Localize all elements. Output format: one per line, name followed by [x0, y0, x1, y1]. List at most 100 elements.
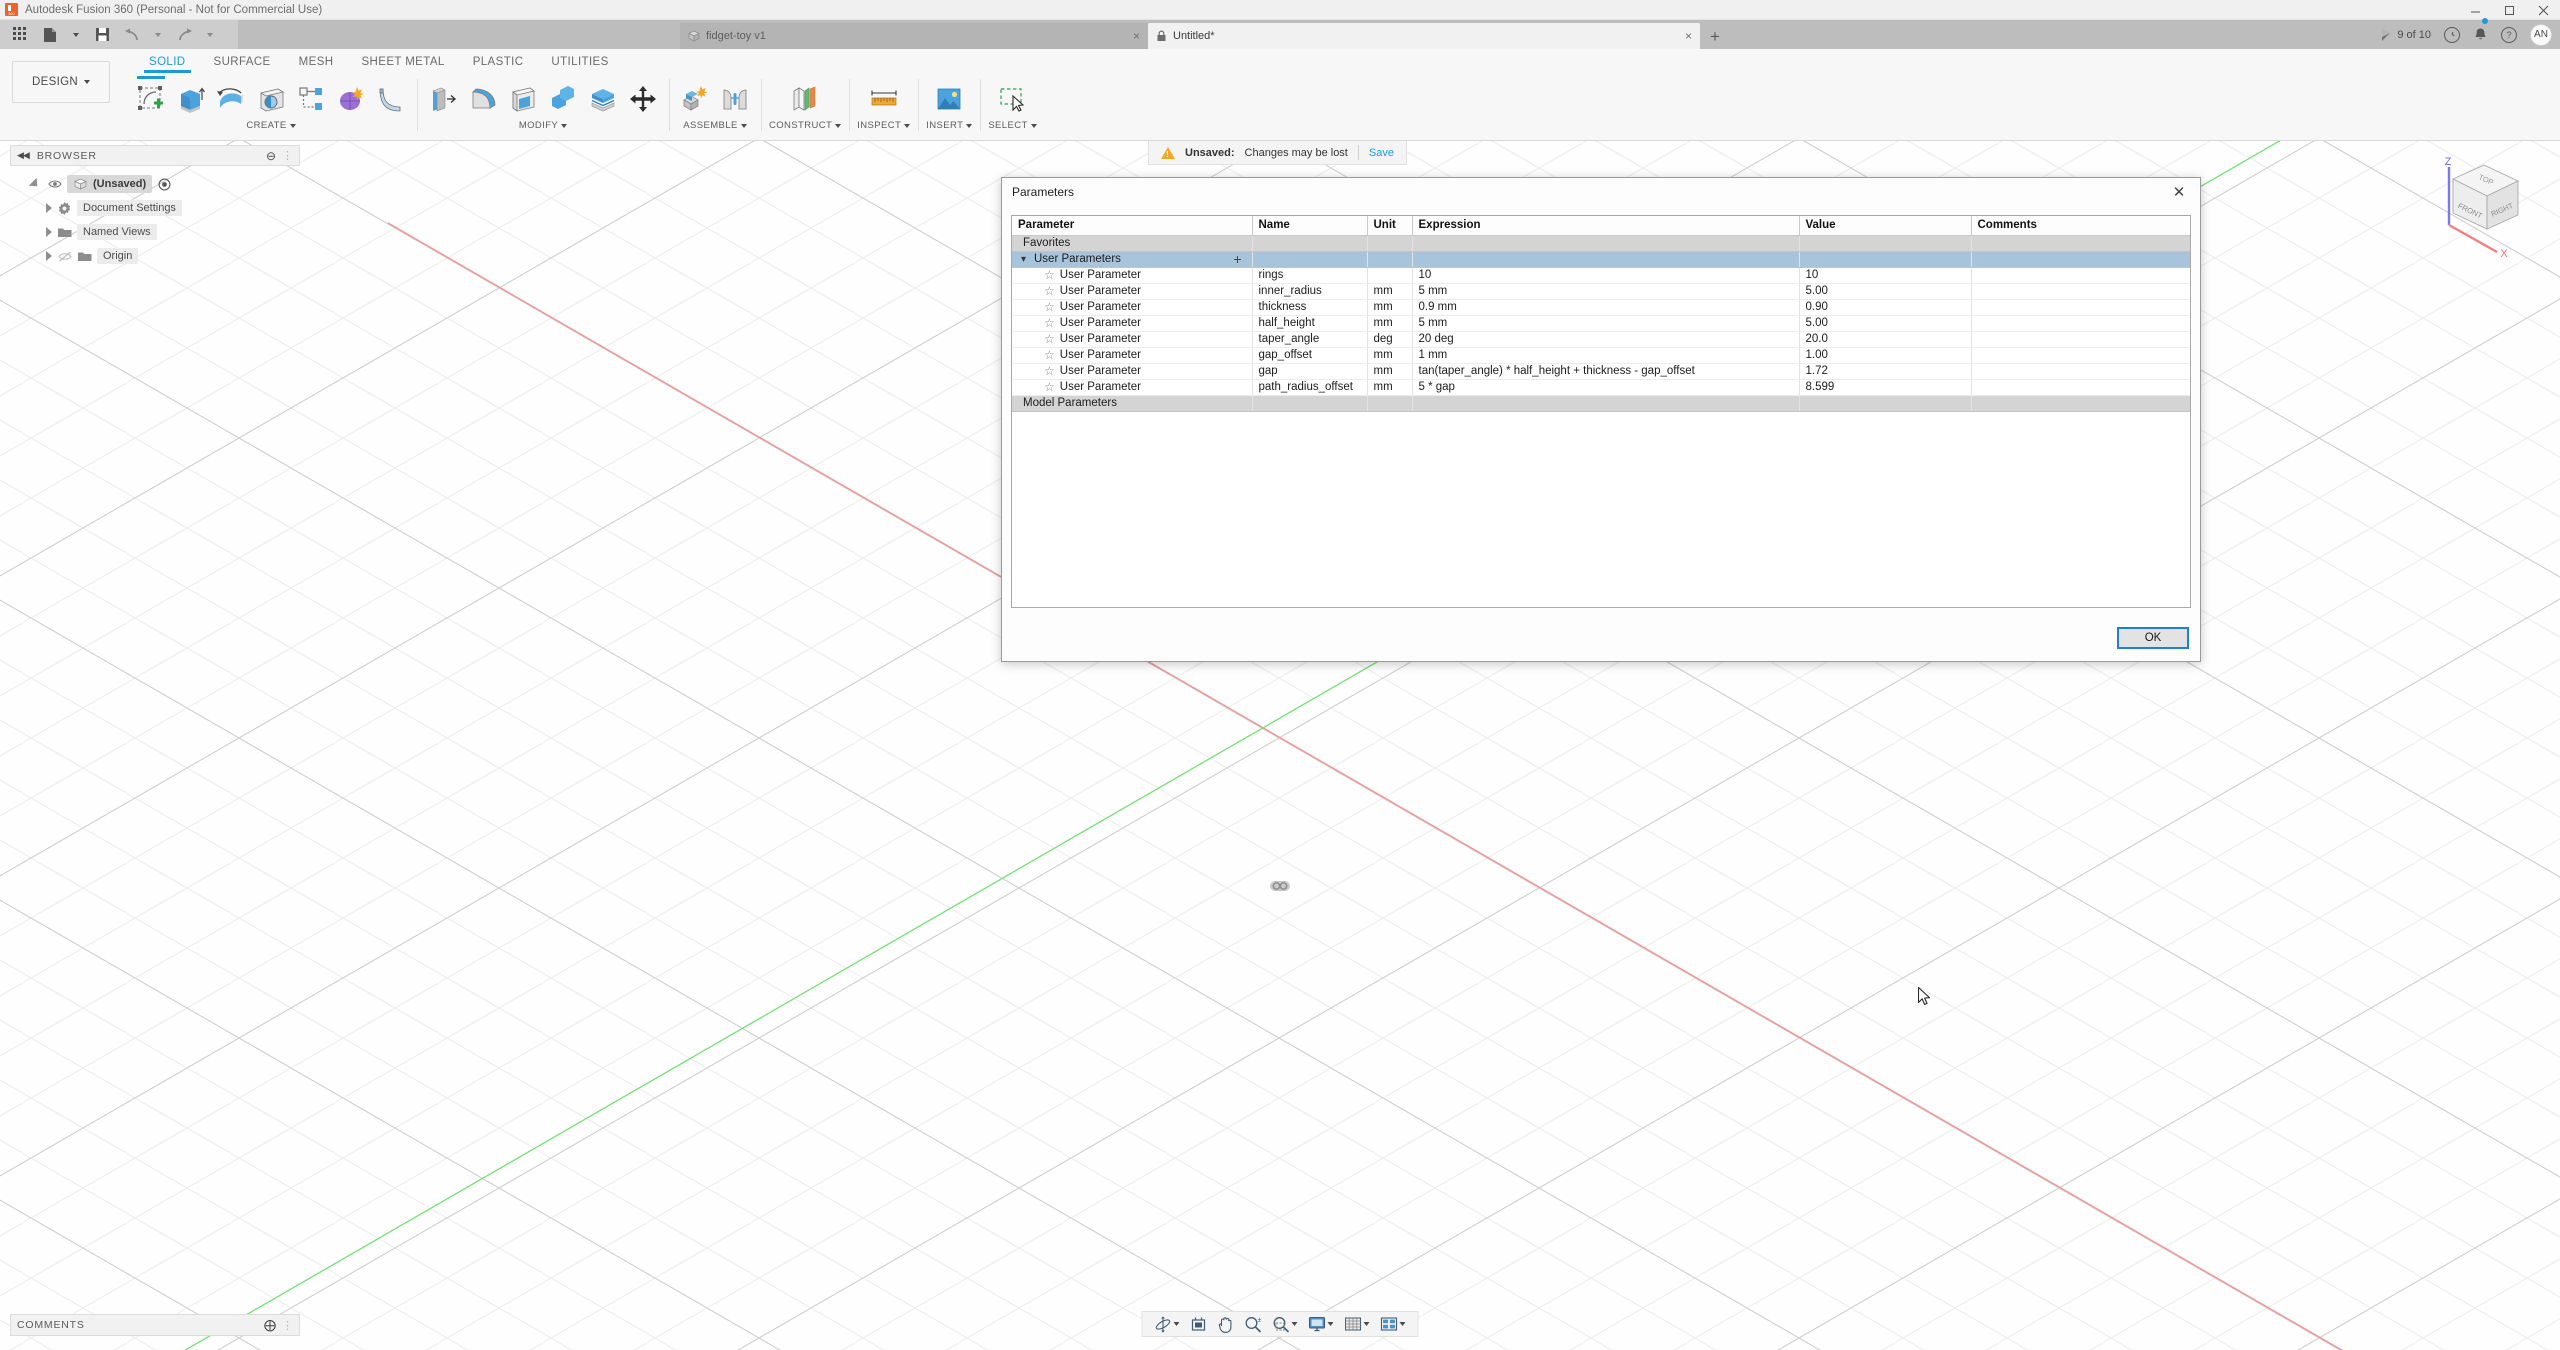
orbit-icon[interactable] [1151, 1312, 1184, 1336]
press-pull-icon[interactable] [425, 80, 461, 118]
display-settings-icon[interactable] [1305, 1312, 1338, 1336]
undo-dropdown-icon[interactable] [148, 22, 168, 48]
new-document-icon[interactable] [36, 22, 64, 48]
group-row-model-parameters[interactable]: Model Parameters [1012, 395, 2190, 411]
cell-unit[interactable]: mm [1367, 363, 1412, 379]
cell-unit[interactable]: mm [1367, 347, 1412, 363]
fillet-icon[interactable] [465, 80, 501, 118]
cell-name[interactable]: gap_offset [1252, 347, 1367, 363]
shell-icon[interactable] [505, 80, 541, 118]
cell-expression[interactable]: 1 mm [1412, 347, 1799, 363]
group-row-user-parameters[interactable]: ▾ User Parameters + [1012, 251, 2190, 267]
browser-item-origin[interactable]: Origin [10, 244, 300, 268]
chevron-down-icon[interactable] [1174, 1322, 1180, 1326]
column-header-expression[interactable]: Expression [1412, 216, 1799, 235]
minimize-button[interactable] [2458, 0, 2492, 20]
add-comment-icon[interactable]: ⨁ [264, 1318, 276, 1332]
table-row[interactable]: ☆User Parameter rings 10 10 [1012, 267, 2190, 283]
avatar[interactable]: AN [2530, 24, 2552, 46]
browser-resize-handle[interactable]: ⋮ [282, 149, 293, 162]
browser-collapse-icon[interactable]: ⊖ [266, 149, 276, 163]
document-tab-close-icon[interactable]: × [1107, 29, 1140, 43]
favorite-star-icon[interactable]: ☆ [1044, 317, 1055, 329]
cell-comments[interactable] [1971, 379, 2190, 395]
measure-icon[interactable] [866, 80, 902, 118]
chevron-down-icon[interactable] [1328, 1322, 1334, 1326]
tab-plastic[interactable]: PLASTIC [459, 53, 538, 73]
cell-expression[interactable]: 5 * gap [1412, 379, 1799, 395]
cell-name[interactable]: rings [1252, 267, 1367, 283]
expand-arrow-icon[interactable] [46, 251, 52, 261]
select-window-icon[interactable] [994, 80, 1030, 118]
document-tab-untitled[interactable]: Untitled* × [1148, 23, 1700, 49]
cell-expression[interactable]: tan(taper_angle) * half_height + thickne… [1412, 363, 1799, 379]
comments-panel-header[interactable]: COMMENTS ⨁ ⋮ [10, 1314, 300, 1336]
app-grid-icon[interactable] [6, 22, 34, 48]
offset-plane-icon[interactable] [787, 80, 823, 118]
help-icon[interactable]: ? [2501, 27, 2517, 43]
revolve-icon[interactable] [213, 80, 249, 118]
cell-expression[interactable]: 10 [1412, 267, 1799, 283]
tab-surface[interactable]: SURFACE [200, 53, 285, 73]
table-row[interactable]: ☆User Parameter thickness mm 0.9 mm 0.90 [1012, 299, 2190, 315]
group-label-modify[interactable]: MODIFY [519, 120, 567, 131]
comments-resize-handle[interactable]: ⋮ [282, 1319, 293, 1332]
browser-item-document-settings[interactable]: Document Settings [10, 196, 300, 220]
column-header-name[interactable]: Name [1252, 216, 1367, 235]
table-row[interactable]: ☆User Parameter inner_radius mm 5 mm 5.0… [1012, 283, 2190, 299]
chevron-down-icon[interactable] [1364, 1322, 1370, 1326]
close-icon[interactable]: ✕ [2168, 181, 2190, 203]
cell-name[interactable]: taper_angle [1252, 331, 1367, 347]
cell-expression[interactable]: 5 mm [1412, 283, 1799, 299]
new-tab-button[interactable]: + [1702, 25, 1728, 49]
cell-name[interactable]: inner_radius [1252, 283, 1367, 299]
tab-utilities[interactable]: UTILITIES [537, 53, 622, 73]
zoom-icon[interactable]: ± [1241, 1312, 1266, 1336]
group-label-assemble[interactable]: ASSEMBLE [683, 120, 746, 131]
cell-name[interactable]: path_radius_offset [1252, 379, 1367, 395]
group-row-favorites[interactable]: Favorites [1012, 235, 2190, 251]
new-document-dropdown-icon[interactable] [66, 22, 86, 48]
favorite-star-icon[interactable]: ☆ [1044, 301, 1055, 313]
tab-mesh[interactable]: MESH [285, 53, 348, 73]
view-cube[interactable]: Z X TOP FRONT RIGHT [2422, 153, 2542, 268]
table-row[interactable]: ☆User Parameter path_radius_offset mm 5 … [1012, 379, 2190, 395]
cell-expression[interactable]: 0.9 mm [1412, 299, 1799, 315]
favorite-star-icon[interactable]: ☆ [1044, 349, 1055, 361]
browser-item-unsaved[interactable]: (Unsaved) [10, 172, 300, 196]
cell-name[interactable]: thickness [1252, 299, 1367, 315]
table-row[interactable]: ☆User Parameter half_height mm 5 mm 5.00 [1012, 315, 2190, 331]
undo-icon[interactable] [118, 22, 146, 48]
cell-comments[interactable] [1971, 283, 2190, 299]
cell-comments[interactable] [1971, 299, 2190, 315]
grid-snap-icon[interactable] [1341, 1312, 1374, 1336]
save-link[interactable]: Save [1369, 147, 1394, 159]
offset-face-icon[interactable] [585, 80, 621, 118]
cell-comments[interactable] [1971, 363, 2190, 379]
workspace-switcher-design[interactable]: DESIGN [12, 61, 110, 103]
tab-sheet-metal[interactable]: SHEET METAL [347, 53, 458, 73]
cell-unit[interactable] [1367, 267, 1412, 283]
maximize-button[interactable] [2492, 0, 2526, 20]
eye-off-icon[interactable] [57, 249, 72, 263]
group-label-construct[interactable]: CONSTRUCT [769, 120, 841, 131]
cell-name[interactable]: half_height [1252, 315, 1367, 331]
document-tab-fidget-toy[interactable]: fidget-toy v1 × [680, 23, 1148, 49]
expand-arrow-icon[interactable] [29, 178, 41, 190]
hole-icon[interactable] [253, 80, 289, 118]
cell-expression[interactable]: 20 deg [1412, 331, 1799, 347]
collapse-panel-icon[interactable]: ◀◀ [17, 150, 29, 161]
new-component-icon[interactable] [677, 80, 713, 118]
cell-comments[interactable] [1971, 331, 2190, 347]
zoom-window-icon[interactable] [1269, 1312, 1302, 1336]
favorite-star-icon[interactable]: ☆ [1044, 269, 1055, 281]
cell-unit[interactable]: deg [1367, 331, 1412, 347]
form-icon[interactable] [333, 80, 369, 118]
tab-solid[interactable]: SOLID [135, 53, 200, 73]
table-row[interactable]: ☆User Parameter gap mm tan(taper_angle) … [1012, 363, 2190, 379]
save-icon[interactable] [88, 22, 116, 48]
chevron-down-icon[interactable]: ▾ [1018, 254, 1029, 265]
ok-button[interactable]: OK [2117, 627, 2189, 649]
create-sketch-icon[interactable] [133, 80, 169, 118]
group-label-insert[interactable]: INSERT [926, 120, 972, 131]
